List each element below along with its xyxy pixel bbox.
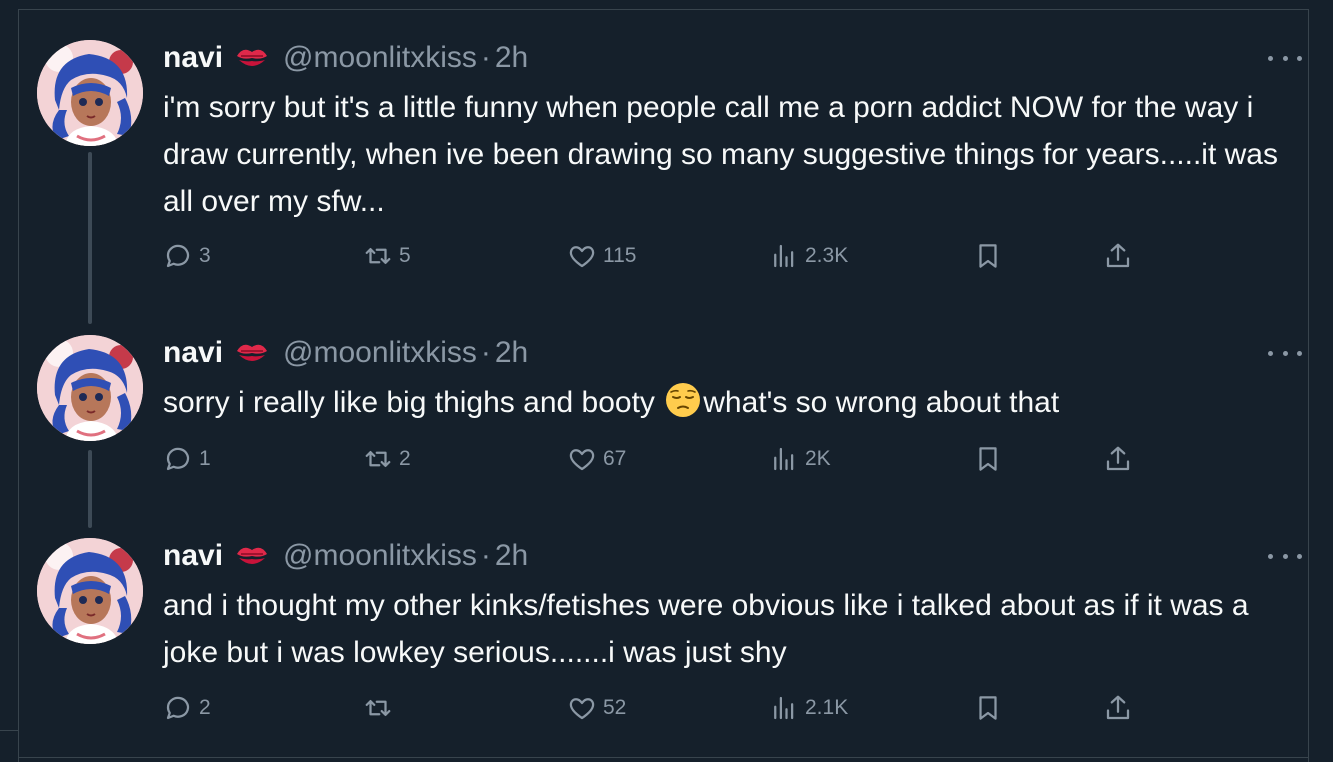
- views-button[interactable]: 2.1K: [769, 692, 848, 724]
- heart-icon: [569, 698, 595, 720]
- user-handle[interactable]: @moonlitxkiss: [283, 336, 477, 370]
- like-button[interactable]: 67: [567, 443, 626, 475]
- tweet[interactable]: navi @moonlitxkiss · 2h and i thought my…: [19, 538, 1308, 738]
- retweet-icon: [365, 700, 391, 716]
- share-icon: [1106, 243, 1130, 268]
- tweet-header: navi @moonlitxkiss · 2h: [163, 38, 528, 78]
- user-handle[interactable]: @moonlitxkiss: [283, 539, 477, 573]
- tweet-text: i'm sorry but it's a little funny when p…: [163, 91, 1278, 218]
- avatar[interactable]: [37, 40, 143, 146]
- retweet-icon: [365, 248, 391, 264]
- tweet-text: and i thought my other kinks/fetishes we…: [163, 589, 1249, 669]
- share-icon: [1106, 446, 1130, 471]
- views-icon: [774, 244, 794, 268]
- heart-icon: [569, 449, 595, 471]
- like-count: 67: [603, 447, 627, 470]
- timeline-bottom-border: [18, 757, 1309, 758]
- reply-count: 3: [199, 244, 211, 267]
- display-name[interactable]: navi: [163, 336, 223, 370]
- retweet-button[interactable]: 5: [363, 240, 411, 272]
- share-icon: [1106, 695, 1130, 720]
- separator-dot: ·: [480, 336, 491, 369]
- timestamp[interactable]: 2h: [495, 336, 528, 370]
- view-count: 2K: [805, 447, 831, 470]
- tweet-text: sorry i really like big thighs and booty…: [163, 379, 1278, 426]
- separator-dot: ·: [480, 539, 491, 572]
- view-count: 2.1K: [805, 696, 849, 719]
- display-name[interactable]: navi: [163, 539, 223, 573]
- timestamp[interactable]: 2h: [495, 41, 528, 75]
- avatar[interactable]: [37, 335, 143, 441]
- tweet-header: navi @moonlitxkiss · 2h: [163, 333, 528, 373]
- retweet-icon: [365, 451, 391, 467]
- like-count: 52: [603, 696, 627, 719]
- tweet[interactable]: navi @moonlitxkiss · 2h i'm sorry but it…: [19, 40, 1308, 280]
- pensive-face-emoji: [666, 383, 701, 417]
- timestamp[interactable]: 2h: [495, 539, 528, 573]
- like-count: 115: [603, 244, 637, 267]
- tweet-text-part: sorry i really like big thighs and booty: [163, 386, 664, 419]
- bookmark-icon: [979, 244, 997, 268]
- kiss-mark-icon: [237, 49, 268, 66]
- bookmark-button[interactable]: [973, 443, 1003, 475]
- retweet-button[interactable]: [363, 692, 399, 724]
- retweet-count: 5: [399, 244, 411, 267]
- bookmark-button[interactable]: [973, 240, 1003, 272]
- views-button[interactable]: 2K: [769, 443, 831, 475]
- timeline-top-border: [18, 9, 1309, 10]
- reply-icon: [166, 696, 190, 720]
- reply-count: 1: [199, 447, 211, 470]
- avatar-image: [37, 335, 143, 441]
- heart-icon: [569, 246, 595, 268]
- bookmark-icon: [979, 447, 997, 471]
- more-icon[interactable]: [1268, 546, 1302, 566]
- reply-icon: [166, 447, 190, 471]
- view-count: 2.3K: [805, 244, 849, 267]
- avatar-image: [37, 538, 143, 644]
- bookmark-button[interactable]: [973, 692, 1003, 724]
- more-icon[interactable]: [1268, 343, 1302, 363]
- views-icon: [774, 696, 794, 720]
- divider: [0, 730, 18, 731]
- reply-icon: [166, 244, 190, 268]
- avatar[interactable]: [37, 538, 143, 644]
- kiss-mark-icon: [237, 547, 268, 564]
- tweet-text-part: what's so wrong about that: [703, 386, 1060, 419]
- reply-button[interactable]: 3: [163, 240, 211, 272]
- reply-count: 2: [199, 696, 211, 719]
- retweet-count: 2: [399, 447, 411, 470]
- tweet-header: navi @moonlitxkiss · 2h: [163, 536, 528, 576]
- tweet[interactable]: navi @moonlitxkiss · 2h sorry i really l…: [19, 335, 1308, 485]
- avatar-image: [37, 40, 143, 146]
- user-handle[interactable]: @moonlitxkiss: [283, 41, 477, 75]
- reply-button[interactable]: 2: [163, 692, 211, 724]
- share-button[interactable]: [1103, 443, 1133, 475]
- like-button[interactable]: 52: [567, 692, 626, 724]
- separator-dot: ·: [480, 41, 491, 74]
- views-icon: [774, 447, 794, 471]
- share-button[interactable]: [1103, 692, 1133, 724]
- timeline-right-border: [1308, 9, 1309, 762]
- reply-button[interactable]: 1: [163, 443, 211, 475]
- retweet-button[interactable]: 2: [363, 443, 411, 475]
- kiss-mark-icon: [237, 344, 268, 361]
- display-name[interactable]: navi: [163, 41, 223, 75]
- like-button[interactable]: 115: [567, 240, 636, 272]
- share-button[interactable]: [1103, 240, 1133, 272]
- bookmark-icon: [979, 696, 997, 720]
- more-icon[interactable]: [1268, 48, 1302, 68]
- views-button[interactable]: 2.3K: [769, 240, 848, 272]
